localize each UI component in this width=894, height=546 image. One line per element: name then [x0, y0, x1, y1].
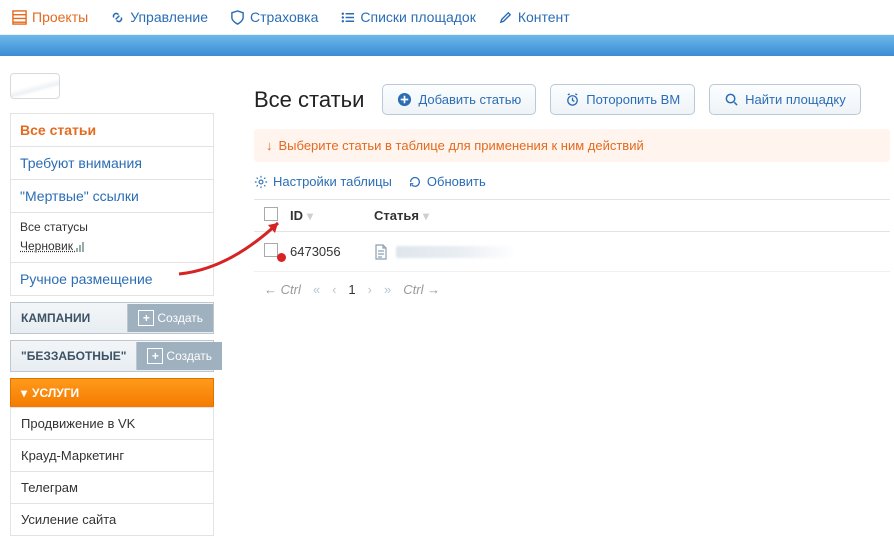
campaigns-create-button[interactable]: + Создать — [127, 304, 213, 332]
pagination: ← Ctrl « ‹ 1 › » Ctrl → — [254, 272, 890, 307]
nav-label: Управление — [130, 9, 208, 25]
nav-label: Проекты — [32, 9, 88, 25]
pager-prev[interactable]: ‹ — [332, 282, 336, 297]
shield-icon — [230, 10, 245, 25]
carefree-create-button[interactable]: + Создать — [136, 342, 222, 370]
top-nav: Проекты Управление Страховка Списки площ… — [0, 0, 894, 35]
campaigns-title[interactable]: КАМПАНИИ — [11, 303, 100, 333]
chart-bar-icon — [76, 241, 87, 255]
table-settings-link[interactable]: Настройки таблицы — [254, 174, 392, 189]
article-title-blurred — [396, 246, 516, 258]
plus-icon: + — [138, 310, 154, 326]
find-site-button[interactable]: Найти площадку — [709, 84, 861, 115]
sidebar-item-need-attention[interactable]: Требуют внимания — [11, 147, 213, 180]
sidebar-all-statuses[interactable]: Все статусы — [20, 220, 204, 234]
alarm-icon — [565, 92, 580, 107]
link-icon — [110, 10, 125, 25]
sidebar-status-draft[interactable]: Черновик — [20, 239, 87, 253]
annotation-dot — [277, 253, 286, 262]
nav-management[interactable]: Управление — [110, 9, 208, 25]
hint-text: Выберите статьи в таблице для применения… — [279, 138, 644, 153]
service-item[interactable]: Продвижение в VK — [11, 408, 213, 440]
triangle-down-icon: ▾ — [21, 386, 27, 400]
sidebar-item-all-articles[interactable]: Все статьи — [11, 114, 213, 147]
th-article[interactable]: Статья ▾ — [374, 208, 429, 223]
sidebar-item-manual[interactable]: Ручное размещение — [11, 263, 213, 295]
list-icon — [340, 10, 355, 25]
service-item[interactable]: Крауд-Маркетинг — [11, 440, 213, 472]
filter-icon: ▾ — [423, 209, 429, 223]
service-item[interactable]: Телеграм — [11, 472, 213, 504]
document-icon — [374, 244, 388, 260]
filter-icon: ▾ — [307, 209, 313, 223]
pager-ctrl-left: ← Ctrl — [264, 282, 301, 297]
gear-icon — [254, 175, 268, 189]
accent-bar — [0, 35, 894, 56]
search-icon — [724, 92, 739, 107]
carefree-title[interactable]: "БЕЗЗАБОТНЫЕ" — [11, 341, 136, 371]
pager-last[interactable]: » — [384, 282, 391, 297]
select-all-checkbox[interactable] — [264, 207, 278, 221]
grid-icon — [12, 10, 27, 25]
nav-projects[interactable]: Проекты — [12, 9, 88, 25]
services-list: Продвижение в VK Крауд-Маркетинг Телегра… — [10, 407, 214, 536]
hint-bar: ↓ Выберите статьи в таблице для применен… — [254, 129, 890, 162]
plus-icon: + — [147, 348, 163, 364]
refresh-link[interactable]: Обновить — [408, 174, 486, 189]
table-row[interactable]: 6473056 — [254, 232, 890, 272]
nav-label: Контент — [518, 9, 570, 25]
services-header[interactable]: ▾УСЛУГИ — [10, 378, 214, 407]
table-header: ID ▾ Статья ▾ — [254, 199, 890, 232]
service-item[interactable]: Усиление сайта — [11, 504, 213, 535]
pager-first[interactable]: « — [313, 282, 320, 297]
sidebar-item-status-block: Все статусы Черновик — [11, 213, 213, 263]
project-logo[interactable] — [10, 73, 60, 99]
pager-next[interactable]: › — [368, 282, 372, 297]
cell-id: 6473056 — [290, 244, 374, 259]
refresh-icon — [408, 175, 422, 189]
nav-label: Списки площадок — [360, 9, 475, 25]
main-content: Все статьи Добавить статью Поторопить ВМ… — [224, 66, 894, 546]
arrow-down-icon: ↓ — [266, 138, 273, 153]
nav-site-lists[interactable]: Списки площадок — [340, 9, 475, 25]
sidebar-item-dead-links[interactable]: "Мертвые" ссылки — [11, 180, 213, 213]
row-checkbox[interactable] — [264, 243, 278, 257]
pager-page: 1 — [348, 282, 355, 297]
th-id[interactable]: ID ▾ — [290, 208, 374, 223]
titlebar: Все статьи Добавить статью Поторопить ВМ… — [254, 84, 890, 115]
nav-content[interactable]: Контент — [498, 9, 570, 25]
table-toolbar: Настройки таблицы Обновить — [254, 174, 890, 189]
page-title: Все статьи — [254, 87, 364, 113]
pager-ctrl-right: Ctrl → — [403, 282, 440, 297]
hurry-button[interactable]: Поторопить ВМ — [550, 84, 695, 115]
pencil-icon — [498, 10, 513, 25]
nav-insurance[interactable]: Страховка — [230, 9, 318, 25]
plus-circle-icon — [397, 92, 412, 107]
cell-article[interactable] — [374, 244, 516, 260]
campaigns-header: КАМПАНИИ + Создать — [10, 302, 214, 334]
add-article-button[interactable]: Добавить статью — [382, 84, 536, 115]
sidebar: Все статьи Требуют внимания "Мертвые" сс… — [0, 66, 224, 546]
sidebar-filter-block: Все статьи Требуют внимания "Мертвые" сс… — [10, 113, 214, 296]
carefree-header: "БЕЗЗАБОТНЫЕ" + Создать — [10, 340, 214, 372]
nav-label: Страховка — [250, 9, 318, 25]
